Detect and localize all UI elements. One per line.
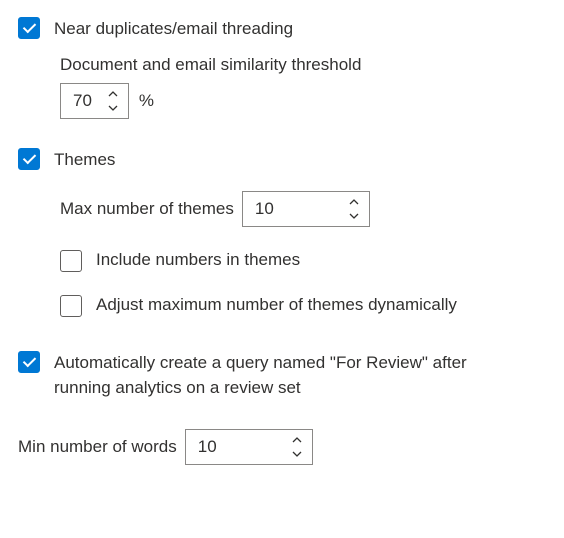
max-themes-label: Max number of themes — [60, 196, 234, 222]
min-words-label: Min number of words — [18, 434, 177, 460]
similarity-threshold-label: Document and email similarity threshold — [60, 52, 546, 78]
max-themes-input[interactable]: 10 — [242, 191, 370, 227]
auto-query-label: Automatically create a query named "For … — [54, 348, 524, 401]
themes-checkbox[interactable] — [18, 148, 40, 170]
auto-query-checkbox[interactable] — [18, 351, 40, 373]
chevron-up-icon[interactable] — [290, 434, 304, 446]
themes-label: Themes — [54, 145, 115, 173]
adjust-dynamic-checkbox[interactable] — [60, 295, 82, 317]
min-words-input[interactable]: 10 — [185, 429, 313, 465]
similarity-threshold-value: 70 — [61, 84, 102, 118]
include-numbers-label: Include numbers in themes — [96, 247, 300, 273]
chevron-down-icon[interactable] — [106, 102, 120, 114]
chevron-down-icon[interactable] — [347, 210, 361, 222]
near-duplicates-checkbox[interactable] — [18, 17, 40, 39]
min-words-value: 10 — [186, 430, 286, 464]
include-numbers-checkbox[interactable] — [60, 250, 82, 272]
near-duplicates-label: Near duplicates/email threading — [54, 14, 293, 42]
similarity-threshold-unit: % — [139, 88, 154, 114]
chevron-down-icon[interactable] — [290, 448, 304, 460]
chevron-up-icon[interactable] — [106, 88, 120, 100]
similarity-threshold-input[interactable]: 70 — [60, 83, 129, 119]
adjust-dynamic-label: Adjust maximum number of themes dynamica… — [96, 292, 457, 318]
chevron-up-icon[interactable] — [347, 196, 361, 208]
max-themes-value: 10 — [243, 192, 343, 226]
